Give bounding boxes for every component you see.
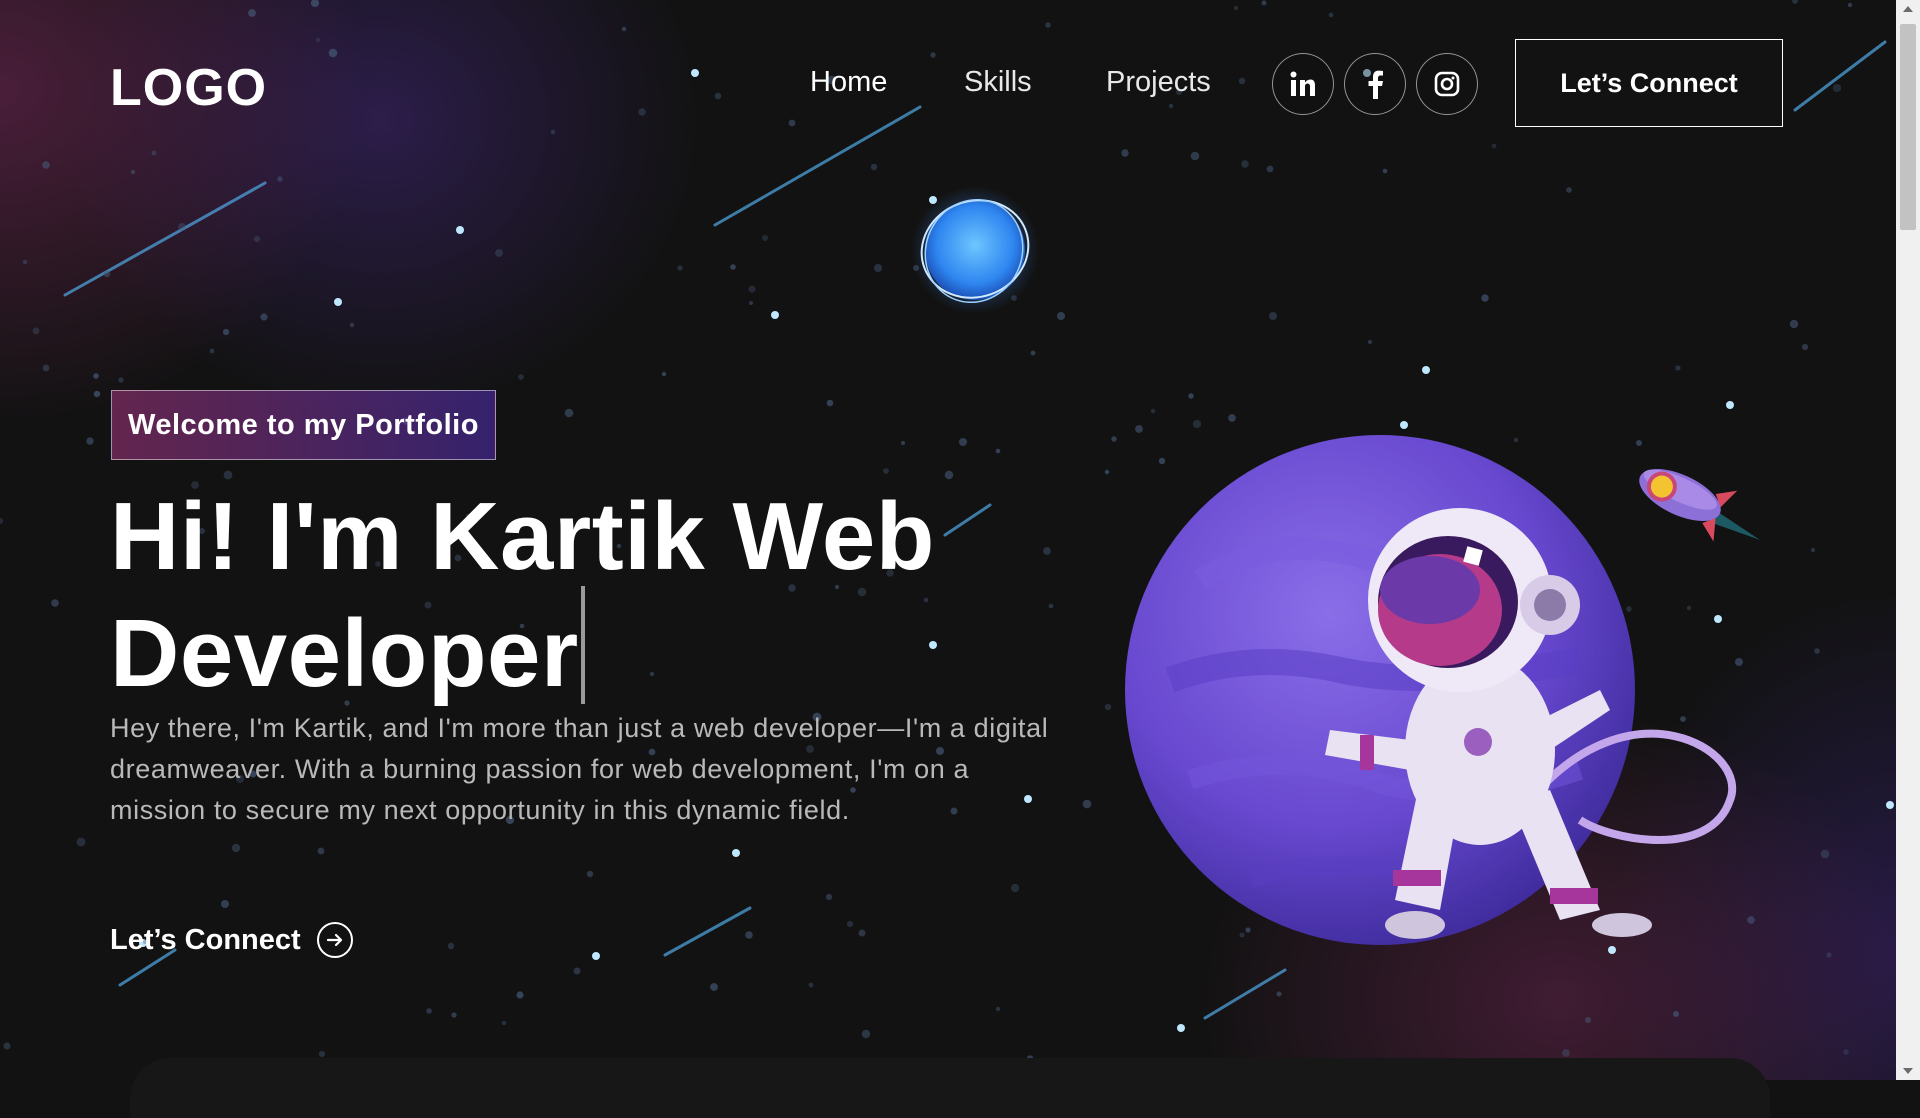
- next-section-edge: [130, 1058, 1770, 1118]
- instagram-button[interactable]: [1416, 53, 1478, 115]
- tagline-badge: Welcome to my Portfolio: [111, 390, 496, 460]
- hero-title-line2: Developer: [110, 600, 579, 707]
- nav-skills[interactable]: Skills: [964, 66, 1032, 99]
- instagram-icon: [1434, 71, 1460, 97]
- scroll-thumb[interactable]: [1900, 24, 1916, 230]
- hero-connect-label: Let’s Connect: [110, 923, 301, 956]
- linkedin-button[interactable]: [1272, 53, 1334, 115]
- logo[interactable]: LOGO: [110, 58, 267, 118]
- lets-connect-button[interactable]: Let’s Connect: [1515, 39, 1783, 127]
- scroll-up-icon[interactable]: [1903, 6, 1913, 12]
- facebook-icon: [1368, 70, 1383, 99]
- scroll-down-icon[interactable]: [1903, 1068, 1913, 1074]
- facebook-button[interactable]: [1344, 53, 1406, 115]
- linkedin-icon: [1290, 71, 1315, 96]
- nav-projects[interactable]: Projects: [1106, 66, 1211, 99]
- hero-title-line1: Hi! I'm Kartik Web: [110, 483, 935, 590]
- arrow-right-circle-icon: [316, 922, 353, 958]
- astronaut-illustration: [1110, 420, 1790, 1025]
- page-scrollbar[interactable]: [1896, 0, 1920, 1080]
- hero-description: Hey there, I'm Kartik, and I'm more than…: [110, 713, 1049, 825]
- hero-connect-link[interactable]: Let’s Connect: [110, 922, 353, 958]
- nav-home[interactable]: Home: [810, 66, 887, 99]
- glowing-planet-icon: [910, 185, 1040, 320]
- typing-cursor: [580, 586, 585, 704]
- hero-title: Hi! I'm Kartik Web Developer: [110, 488, 1010, 704]
